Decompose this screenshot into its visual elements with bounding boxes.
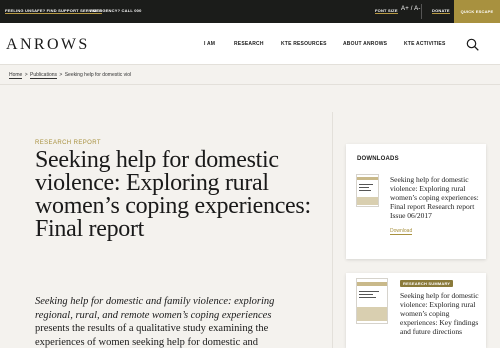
article-intro: Seeking help for domestic and family vio… bbox=[35, 295, 300, 348]
nav-kte-resources[interactable]: KTE RESOURCES bbox=[281, 41, 327, 47]
page-title: Seeking help for domestic violence: Expl… bbox=[35, 147, 311, 242]
search-icon[interactable] bbox=[466, 38, 479, 51]
nav-kte-activities[interactable]: KTE ACTIVITIES bbox=[404, 41, 446, 47]
sidebar-divider bbox=[332, 112, 333, 348]
intro-italic: Seeking help for domestic and family vio… bbox=[35, 296, 275, 321]
topbar-divider bbox=[421, 4, 422, 19]
download-document-title[interactable]: Seeking help for domestic violence: Expl… bbox=[390, 175, 482, 220]
nav-i-am[interactable]: I AM bbox=[204, 41, 215, 47]
quick-exit-button[interactable]: QUICK ESCAPE bbox=[454, 0, 500, 23]
research-summary-card[interactable]: RESEARCH SUMMARY Seeking help for domest… bbox=[346, 273, 486, 348]
breadcrumb-separator: > bbox=[59, 72, 63, 78]
downloads-card: DOWNLOADS Seeking help for domestic viol… bbox=[346, 144, 486, 259]
download-link[interactable]: Download bbox=[390, 228, 413, 235]
utility-bar: FEELING UNSAFE? FIND SUPPORT SERVICES EM… bbox=[0, 0, 500, 23]
breadcrumb-publications[interactable]: Publications bbox=[30, 72, 58, 79]
breadcrumb-current: Seeking help for domestic viol bbox=[64, 72, 132, 78]
research-summary-badge: RESEARCH SUMMARY bbox=[400, 280, 454, 287]
summary-document-title[interactable]: Seeking help for domestic violence: Expl… bbox=[400, 291, 484, 336]
nav-research[interactable]: RESEARCH bbox=[234, 41, 264, 47]
anrows-logo[interactable]: ANROWS bbox=[6, 36, 90, 54]
site-header: ANROWS I AM RESEARCH KTE RESOURCES ABOUT… bbox=[0, 23, 500, 65]
downloads-heading: DOWNLOADS bbox=[357, 156, 399, 162]
summary-cover-thumbnail[interactable] bbox=[356, 278, 388, 324]
report-cover-thumbnail[interactable] bbox=[356, 174, 379, 207]
font-size-controls[interactable]: A+ / A- bbox=[401, 6, 421, 12]
article-category: RESEARCH REPORT bbox=[35, 140, 101, 146]
intro-text: presents the results of a qualitative st… bbox=[35, 323, 269, 348]
emergency-text: EMERGENCY? CALL 000 bbox=[90, 8, 142, 13]
breadcrumb-home[interactable]: Home bbox=[9, 72, 23, 79]
font-size-label: FONT SIZE bbox=[375, 8, 398, 14]
breadcrumb-divider bbox=[0, 84, 500, 85]
support-services-link[interactable]: FEELING UNSAFE? FIND SUPPORT SERVICES bbox=[5, 8, 102, 14]
breadcrumb-separator: > bbox=[24, 72, 28, 78]
nav-about-anrows[interactable]: ABOUT ANROWS bbox=[343, 41, 387, 47]
donate-link[interactable]: DONATE bbox=[432, 8, 450, 14]
breadcrumb: Home > Publications > Seeking help for d… bbox=[9, 72, 132, 79]
